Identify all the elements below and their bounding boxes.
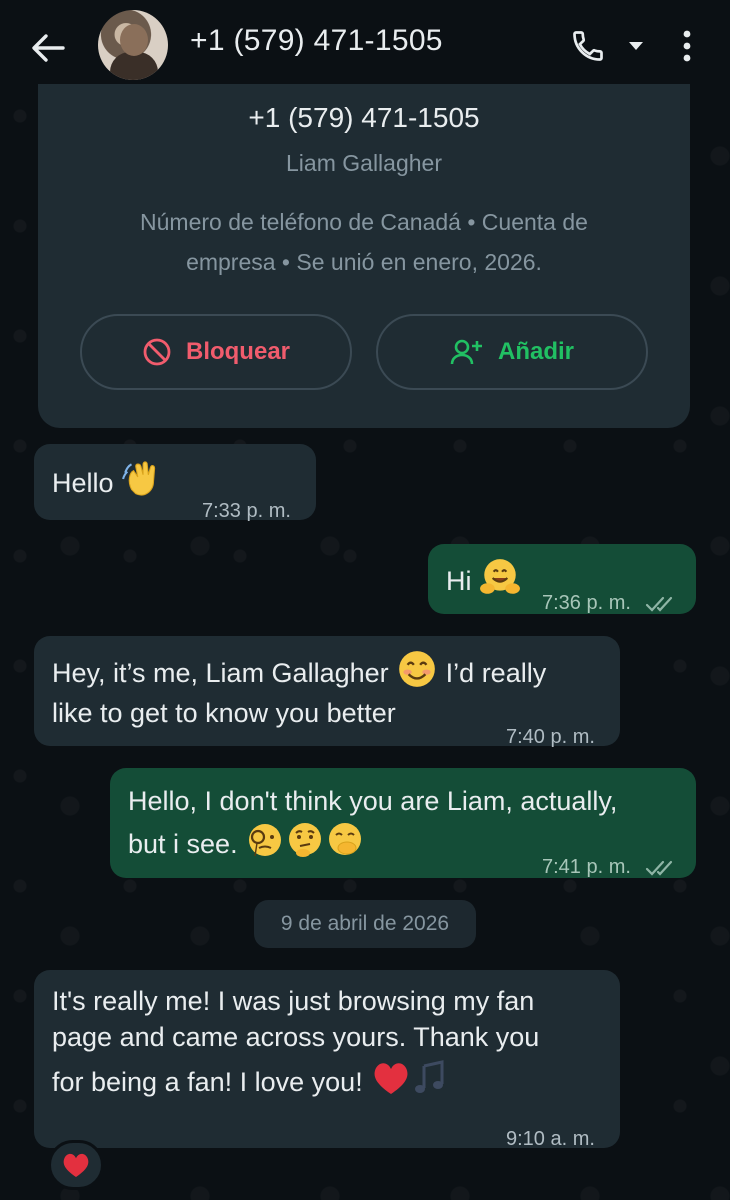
back-arrow-icon[interactable] — [26, 26, 70, 70]
chat-header: +1 (579) 471-1505 — [0, 0, 730, 96]
add-person-icon — [450, 339, 482, 365]
message-time: 7:40 p. m. — [506, 726, 595, 748]
message-text-line2: like to get to know you better — [52, 698, 396, 728]
add-contact-button[interactable]: Añadir — [376, 314, 648, 390]
message-outgoing[interactable]: Hi 7:36 p. m. — [428, 544, 696, 614]
read-receipt-icon — [645, 596, 672, 612]
message-outgoing[interactable]: Hello, I don't think you are Liam, actua… — [110, 768, 696, 878]
message-time-text: 7:41 p. m. — [542, 856, 631, 878]
message-text: Hello — [52, 468, 114, 499]
waving-hand-emoji-icon — [121, 458, 163, 512]
block-button[interactable]: Bloquear — [80, 314, 352, 390]
contact-title[interactable]: +1 (579) 471-1505 — [190, 24, 443, 58]
hugging-face-emoji-icon — [479, 556, 521, 610]
info-phone-number: +1 (579) 471-1505 — [248, 102, 480, 133]
music-notes-emoji-icon — [412, 1058, 452, 1110]
message-text-line3: for being a fan! I love you! — [52, 1067, 363, 1098]
message-time: 7:33 p. m. — [202, 500, 291, 522]
message-text-line2: but i see. — [128, 829, 238, 860]
hand-over-mouth-emoji-icon — [325, 820, 365, 872]
contact-avatar[interactable] — [98, 10, 168, 80]
block-button-label: Bloquear — [185, 338, 290, 365]
chevron-down-icon[interactable] — [622, 32, 650, 60]
monocle-face-emoji-icon — [245, 820, 285, 872]
message-time: 7:36 p. m. — [542, 582, 677, 624]
contact-info-card: +1 (579) 471-1505 Liam Gallagher Número … — [38, 84, 690, 428]
block-icon — [143, 338, 171, 366]
thinking-face-emoji-icon — [285, 820, 325, 872]
message-incoming[interactable]: Hey, it’s me, Liam Gallagher I’d really … — [34, 636, 620, 748]
read-receipt-icon — [645, 860, 672, 876]
message-incoming[interactable]: Hello 7:33 p. m. — [34, 444, 316, 522]
info-description: Número de teléfono de Canadá • Cuenta de… — [140, 209, 588, 275]
message-time: 7:41 p. m. — [542, 846, 677, 888]
red-heart-reaction-icon — [63, 1153, 89, 1177]
message-reaction[interactable] — [48, 1140, 104, 1190]
message-time: 9:10 a. m. — [506, 1128, 595, 1150]
message-incoming[interactable]: It's really me! I was just browsing my f… — [34, 970, 620, 1150]
message-text-line2: page and came across yours. Thank you — [52, 1022, 540, 1052]
add-button-label: Añadir — [497, 338, 574, 365]
info-contact-name: Liam Gallagher — [286, 150, 442, 176]
message-time-text: 7:36 p. m. — [542, 592, 631, 614]
message-text: Hi — [446, 566, 472, 597]
message-text-line1-after: I’d really — [445, 658, 547, 689]
date-divider: 9 de abril de 2026 — [254, 900, 476, 948]
more-options-icon[interactable] — [672, 24, 702, 68]
smiling-face-emoji-icon — [396, 648, 438, 702]
voice-call-icon[interactable] — [566, 24, 610, 68]
message-text-line1: Hey, it’s me, Liam Gallagher — [52, 658, 389, 689]
message-text-line1: Hello, I don't think you are Liam, actua… — [128, 786, 618, 816]
red-heart-emoji-icon — [370, 1058, 412, 1110]
